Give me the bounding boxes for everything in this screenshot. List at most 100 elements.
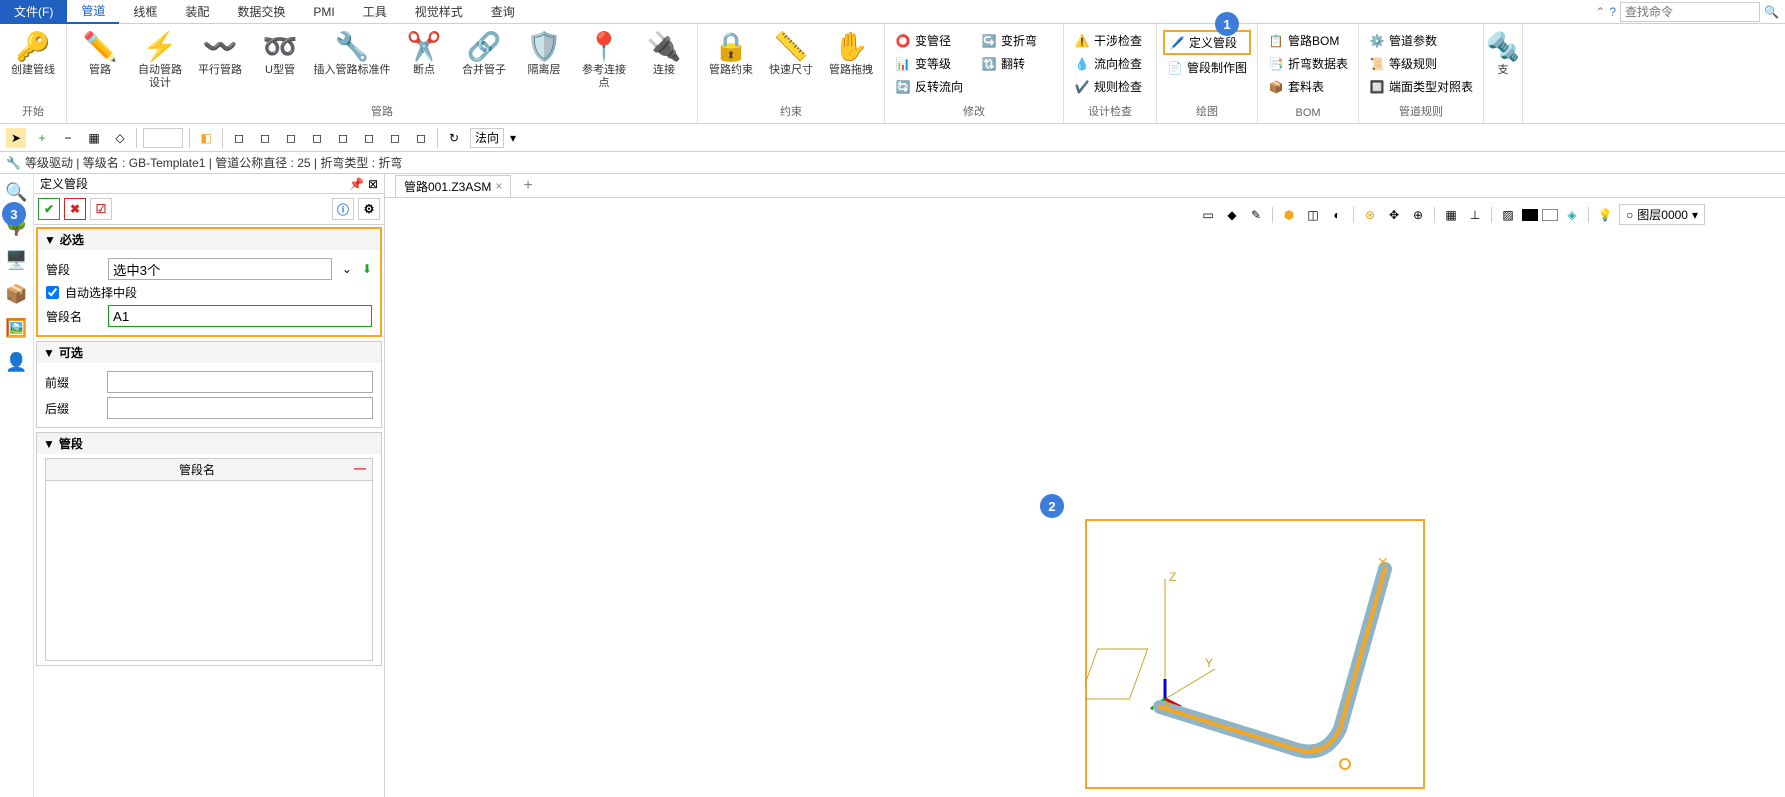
pipe-param-button[interactable]: ⚙️管道参数 bbox=[1365, 30, 1477, 51]
break-button[interactable]: ✂️断点 bbox=[395, 28, 453, 79]
refresh-icon[interactable]: ↻ bbox=[444, 128, 464, 148]
axis-icon[interactable]: ⊥ bbox=[1465, 205, 1485, 225]
collapse-icon[interactable]: ▼ bbox=[43, 437, 55, 451]
flip-button[interactable]: 🔃翻转 bbox=[977, 53, 1057, 74]
menu-tab-assembly[interactable]: 装配 bbox=[171, 0, 223, 24]
define-segment-button[interactable]: 🖊️定义管段 bbox=[1163, 30, 1251, 55]
collapse-icon[interactable]: ⌃ bbox=[1595, 5, 1605, 19]
rule-check-button[interactable]: ✔️规则检查 bbox=[1070, 76, 1150, 97]
menu-tab-pmi[interactable]: PMI bbox=[299, 0, 348, 24]
merge-button[interactable]: 🔗合并管子 bbox=[455, 28, 513, 79]
view-icon-2[interactable]: ◆ bbox=[1222, 205, 1242, 225]
pan-icon[interactable]: ✥ bbox=[1384, 205, 1404, 225]
cancel-button[interactable]: ✖ bbox=[64, 198, 86, 220]
menu-tab-wireframe[interactable]: 线框 bbox=[119, 0, 171, 24]
pipe-input[interactable] bbox=[108, 258, 332, 280]
reverse-flow-button[interactable]: 🔄反转流向 bbox=[891, 76, 971, 97]
monitor-icon[interactable]: 🖥️ bbox=[5, 248, 29, 272]
document-tab[interactable]: 管路001.Z3ASM × bbox=[395, 175, 511, 197]
close-icon[interactable]: ⊠ bbox=[368, 177, 378, 191]
toolbar-icon-7[interactable]: ◻ bbox=[385, 128, 405, 148]
lightbulb-icon[interactable]: 💡 bbox=[1595, 205, 1615, 225]
isolation-button[interactable]: 🛡️隔离层 bbox=[515, 28, 573, 79]
toolbar-icon-6[interactable]: ◻ bbox=[359, 128, 379, 148]
color-white[interactable] bbox=[1542, 209, 1558, 221]
menu-file[interactable]: 文件(F) bbox=[0, 0, 67, 24]
normal-dropdown[interactable]: 法向 bbox=[470, 128, 504, 148]
pick-icon[interactable]: ⬇ bbox=[362, 262, 372, 276]
chevron-down-icon[interactable]: ⌄ bbox=[338, 262, 356, 276]
drag-button[interactable]: ✋管路拖拽 bbox=[822, 28, 880, 79]
render-icon[interactable]: ▨ bbox=[1498, 205, 1518, 225]
box-icon[interactable]: 📦 bbox=[5, 282, 29, 306]
chevron-down-icon[interactable]: ▾ bbox=[510, 131, 516, 145]
help-icon[interactable]: ? bbox=[1609, 5, 1616, 19]
apply-button[interactable]: ☑ bbox=[90, 198, 112, 220]
parallel-route-button[interactable]: 〰️平行管路 bbox=[191, 28, 249, 79]
change-level-button[interactable]: 📊变等级 bbox=[891, 53, 971, 74]
connect-button[interactable]: 🔌连接 bbox=[635, 28, 693, 79]
ref-point-button[interactable]: 📍参考连接点 bbox=[575, 28, 633, 92]
route-button[interactable]: ✏️管路 bbox=[71, 28, 129, 79]
change-bend-button[interactable]: ↪️变折弯 bbox=[977, 30, 1057, 51]
toolbar-icon-2[interactable]: ◻ bbox=[255, 128, 275, 148]
command-search[interactable] bbox=[1620, 2, 1760, 22]
grid-icon[interactable]: ▦ bbox=[1441, 205, 1461, 225]
chevron-down-icon[interactable]: ▾ bbox=[1692, 208, 1698, 222]
ortho-icon[interactable]: ◇ bbox=[110, 128, 130, 148]
create-pipeline-button[interactable]: 🔑 创建管线 bbox=[4, 28, 62, 79]
toolbar-icon-5[interactable]: ◻ bbox=[333, 128, 353, 148]
prefix-input[interactable] bbox=[107, 371, 373, 393]
pin-icon[interactable]: 📌 bbox=[349, 177, 364, 191]
suffix-input[interactable] bbox=[107, 397, 373, 419]
cube-icon[interactable]: ◧ bbox=[196, 128, 216, 148]
menu-tab-pipe[interactable]: 管道 bbox=[67, 0, 119, 24]
insert-standard-button[interactable]: 🔧插入管路标准件 bbox=[311, 28, 393, 79]
level-rule-button[interactable]: 📜等级规则 bbox=[1365, 53, 1477, 74]
canvas[interactable]: 管路001.Z3ASM × + ▭ ◆ ✎ ⬢ ◫ ◐ ⊛ ✥ ⊕ ▦ ⊥ ▨ … bbox=[385, 174, 1785, 797]
user-icon[interactable]: 👤 bbox=[5, 350, 29, 374]
ok-button[interactable]: ✔ bbox=[38, 198, 60, 220]
endtype-button[interactable]: 🔲端面类型对照表 bbox=[1365, 76, 1477, 97]
orbit-icon[interactable]: ⊛ bbox=[1360, 205, 1380, 225]
view-icon-1[interactable]: ▭ bbox=[1198, 205, 1218, 225]
segment-table[interactable] bbox=[45, 481, 373, 661]
toolbar-icon-1[interactable]: ◻ bbox=[229, 128, 249, 148]
collapse-icon[interactable]: ▼ bbox=[44, 233, 56, 247]
menu-tab-tools[interactable]: 工具 bbox=[349, 0, 401, 24]
constraint-button[interactable]: 🔒管路约束 bbox=[702, 28, 760, 79]
value-input[interactable] bbox=[143, 128, 183, 148]
view-icon-3[interactable]: ✎ bbox=[1246, 205, 1266, 225]
nesting-button[interactable]: 📦套料表 bbox=[1264, 76, 1352, 97]
route-bom-button[interactable]: 📋管路BOM bbox=[1264, 30, 1352, 51]
toolbar-icon-8[interactable]: ◻ bbox=[411, 128, 431, 148]
layer-selector[interactable]: ○ 图层0000 ▾ bbox=[1619, 204, 1705, 225]
toolbar-icon-3[interactable]: ◻ bbox=[281, 128, 301, 148]
menu-tab-data[interactable]: 数据交换 bbox=[223, 0, 299, 24]
add-tab-button[interactable]: + bbox=[517, 177, 538, 195]
close-icon[interactable]: × bbox=[495, 179, 502, 193]
settings-button[interactable]: ⚙ bbox=[358, 198, 380, 220]
search-icon[interactable]: 🔍 bbox=[1764, 5, 1779, 19]
u-pipe-button[interactable]: ➿U型管 bbox=[251, 28, 309, 79]
select-icon[interactable]: ➤ bbox=[6, 128, 26, 148]
window-select-icon[interactable]: ▦ bbox=[84, 128, 104, 148]
toolbar-icon-4[interactable]: ◻ bbox=[307, 128, 327, 148]
quick-dim-button[interactable]: 📏快速尺寸 bbox=[762, 28, 820, 79]
bend-table-button[interactable]: 📑折弯数据表 bbox=[1264, 53, 1352, 74]
change-diameter-button[interactable]: ⭕变管径 bbox=[891, 30, 971, 51]
color-black[interactable] bbox=[1522, 209, 1538, 221]
collapse-icon[interactable]: ▼ bbox=[43, 346, 55, 360]
cube-icon[interactable]: ⬢ bbox=[1279, 205, 1299, 225]
support-button[interactable]: 🔩支 bbox=[1488, 28, 1518, 79]
shaded-icon[interactable]: ◐ bbox=[1327, 205, 1347, 225]
delete-column[interactable]: — bbox=[348, 459, 372, 480]
image-icon[interactable]: 🖼️ bbox=[5, 316, 29, 340]
name-input[interactable] bbox=[108, 305, 372, 327]
menu-tab-query[interactable]: 查询 bbox=[477, 0, 529, 24]
minus-icon[interactable]: − bbox=[58, 128, 78, 148]
zoom-icon[interactable]: ⊕ bbox=[1408, 205, 1428, 225]
layers-icon[interactable]: ◈ bbox=[1562, 205, 1582, 225]
interference-check-button[interactable]: ⚠️干涉检查 bbox=[1070, 30, 1150, 51]
auto-select-checkbox[interactable] bbox=[46, 286, 59, 299]
